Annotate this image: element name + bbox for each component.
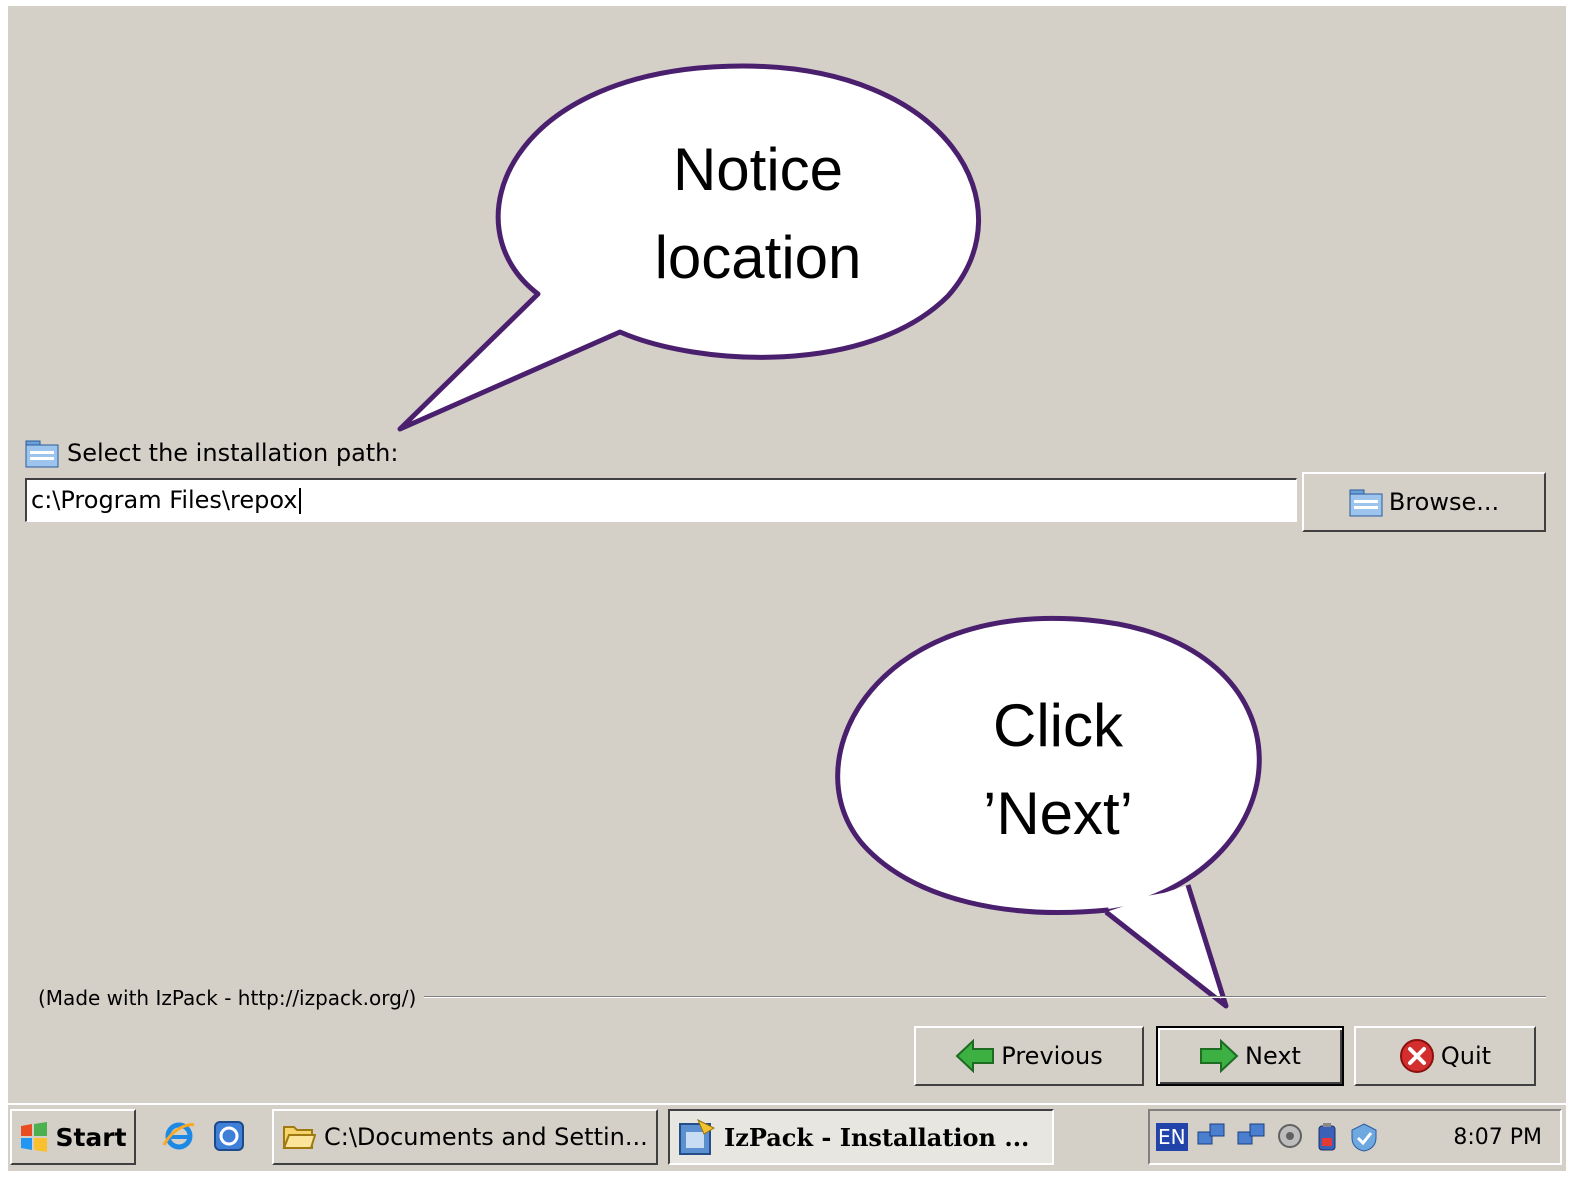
volume-icon[interactable] — [1276, 1122, 1306, 1152]
taskbar-item-label: C:\Documents and Settin... — [324, 1123, 648, 1151]
browse-button[interactable]: Browse... — [1302, 472, 1546, 532]
path-label: Select the installation path: — [67, 439, 399, 467]
taskbar-item-izpack[interactable]: IzPack - Installation ... — [668, 1109, 1054, 1165]
previous-label: Previous — [1001, 1042, 1103, 1070]
text-caret — [298, 488, 301, 514]
arrow-right-icon — [1200, 1039, 1239, 1073]
installer-window: Notice location Click ’Next’ Select the … — [8, 6, 1566, 1171]
show-desktop-icon[interactable] — [212, 1119, 246, 1153]
callout-bottom-line1: Click — [993, 692, 1123, 759]
start-button[interactable]: Start — [10, 1109, 136, 1165]
close-circle-icon — [1399, 1039, 1434, 1073]
made-with-izpack: (Made with IzPack - http://izpack.org/) — [38, 986, 425, 1010]
next-label: Next — [1245, 1042, 1301, 1070]
path-value: c:\Program Files\repox — [31, 486, 298, 514]
battery-icon[interactable] — [1314, 1122, 1340, 1152]
taskbar: Start C:\Documents and Settin... IzPack … — [8, 1103, 1566, 1171]
folder-icon — [25, 440, 59, 468]
quit-label: Quit — [1440, 1042, 1492, 1070]
browse-label: Browse... — [1388, 488, 1500, 516]
language-indicator[interactable]: EN — [1156, 1123, 1188, 1151]
open-folder-icon — [282, 1126, 316, 1149]
clock[interactable]: 8:07 PM — [1453, 1125, 1542, 1150]
taskbar-item-label: IzPack - Installation ... — [724, 1122, 1030, 1152]
security-center-icon[interactable] — [1348, 1122, 1380, 1152]
windows-logo-icon — [21, 1122, 48, 1152]
system-tray: EN 8:07 PM — [1148, 1109, 1562, 1165]
arrow-left-icon — [955, 1039, 995, 1073]
start-label: Start — [55, 1122, 127, 1152]
next-button[interactable]: Next — [1156, 1026, 1344, 1086]
taskbar-item-explorer[interactable]: C:\Documents and Settin... — [272, 1109, 658, 1165]
path-label-row: Select the installation path: — [25, 436, 398, 470]
network-icon[interactable] — [1196, 1122, 1228, 1152]
callout-bottom-line2: ’Next’ — [982, 780, 1134, 847]
callout-top-line1: Notice — [672, 136, 844, 203]
previous-button[interactable]: Previous — [914, 1026, 1144, 1086]
folder-icon — [1349, 489, 1383, 517]
quit-button[interactable]: Quit — [1354, 1026, 1536, 1086]
installation-path-input[interactable]: c:\Program Files\repox — [25, 478, 1297, 522]
internet-explorer-icon[interactable] — [162, 1119, 196, 1153]
network-icon[interactable] — [1236, 1122, 1268, 1152]
izpack-installer-icon — [679, 1118, 716, 1155]
callout-top-line2: location — [654, 224, 862, 291]
